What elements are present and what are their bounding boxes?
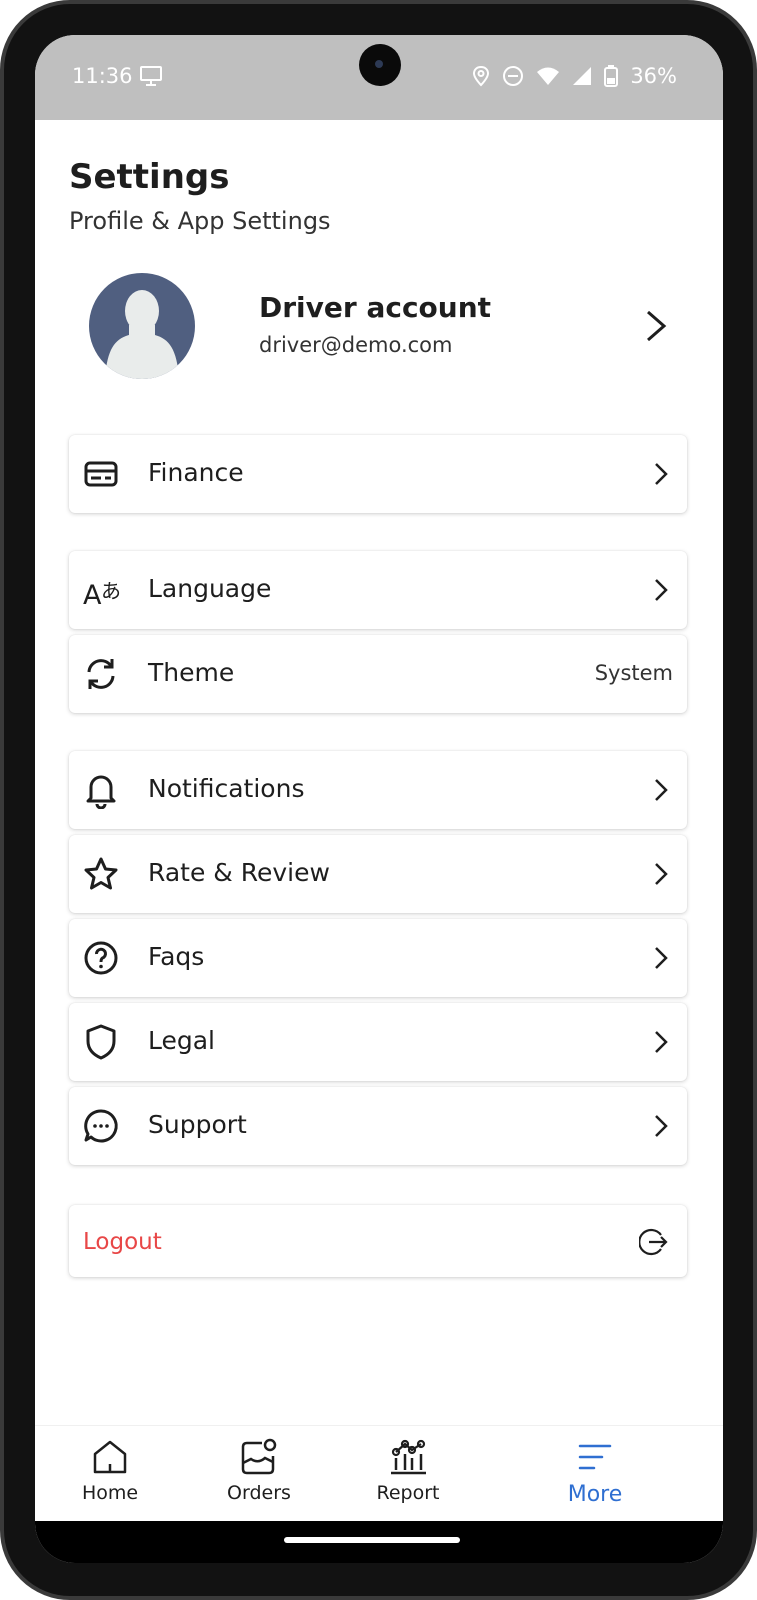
chevron-right-icon [645, 309, 667, 348]
chevron-right-icon [653, 1030, 669, 1059]
chevron-right-icon [653, 578, 669, 607]
menu-item-finance[interactable]: Finance [69, 435, 687, 513]
menu-item-label: Rate & Review [148, 858, 330, 887]
battery-icon [604, 65, 619, 87]
theme-value: System [594, 661, 673, 685]
translate-icon: Aあ [83, 571, 121, 611]
nav-label: Orders [227, 1482, 291, 1504]
nav-label: More [567, 1482, 623, 1507]
page-header: Settings Profile & App Settings [69, 157, 331, 235]
menu-item-faqs[interactable]: Faqs [69, 919, 687, 997]
gesture-bar [35, 1521, 723, 1563]
chevron-right-icon [653, 462, 669, 491]
menu-item-support[interactable]: Support [69, 1087, 687, 1165]
device-frame: 11:36 36% Settings Profile & App Setting… [0, 0, 757, 1600]
menu-item-language[interactable]: Aあ Language [69, 551, 687, 629]
front-camera [359, 44, 401, 86]
help-circle-icon [83, 939, 119, 977]
logout-button[interactable]: Logout [69, 1205, 687, 1277]
chat-icon [83, 1107, 119, 1145]
logout-label: Logout [83, 1229, 162, 1255]
profile-name: Driver account [259, 291, 492, 324]
menu-item-label: Finance [148, 458, 244, 487]
home-icon [50, 1438, 170, 1476]
bell-icon [83, 771, 119, 810]
menu-item-label: Legal [148, 1026, 216, 1055]
status-time: 11:36 [72, 64, 133, 88]
menu-item-label: Theme [148, 658, 235, 687]
menu-item-theme[interactable]: Theme System [69, 635, 687, 713]
avatar [89, 273, 195, 379]
do-not-disturb-icon [502, 65, 524, 87]
chevron-right-icon [653, 946, 669, 975]
credit-card-icon [83, 455, 119, 493]
nav-home[interactable]: Home [50, 1438, 170, 1504]
menu-item-notifications[interactable]: Notifications [69, 751, 687, 829]
battery-percent: 36% [630, 64, 677, 88]
menu-item-rate-review[interactable]: Rate & Review [69, 835, 687, 913]
nav-report[interactable]: Report [348, 1438, 468, 1504]
menu-item-label: Language [148, 574, 272, 603]
refresh-icon [83, 655, 119, 693]
chevron-right-icon [653, 778, 669, 807]
menu-item-label: Support [148, 1110, 247, 1139]
nav-more[interactable]: More [535, 1438, 655, 1507]
svg-text:A: A [83, 580, 102, 609]
star-icon [83, 855, 119, 893]
menu-item-label: Notifications [148, 774, 305, 803]
profile-email: driver@demo.com [259, 333, 453, 357]
nav-label: Report [376, 1482, 440, 1504]
orders-icon [199, 1438, 319, 1476]
bottom-nav: Home Orders Report More [35, 1425, 723, 1520]
monitor-icon [139, 65, 163, 92]
home-gesture-handle[interactable] [284, 1537, 460, 1543]
menu-item-legal[interactable]: Legal [69, 1003, 687, 1081]
page-title: Settings [69, 157, 230, 197]
location-icon [472, 65, 490, 87]
nav-label: Home [81, 1482, 139, 1504]
svg-text:あ: あ [101, 579, 121, 603]
screen: 11:36 36% Settings Profile & App Setting… [35, 35, 723, 1563]
shield-icon [83, 1023, 119, 1061]
profile-row[interactable]: Driver account driver@demo.com [69, 273, 689, 383]
status-bar: 11:36 36% [35, 35, 723, 120]
signal-icon [572, 66, 592, 86]
report-icon [348, 1438, 468, 1476]
chevron-right-icon [653, 862, 669, 891]
logout-icon [638, 1227, 675, 1265]
menu-item-label: Faqs [148, 942, 205, 971]
page-subtitle: Profile & App Settings [69, 207, 331, 235]
wifi-icon [536, 66, 560, 86]
nav-orders[interactable]: Orders [199, 1438, 319, 1504]
chevron-right-icon [653, 1114, 669, 1143]
status-icons: 36% [472, 64, 677, 88]
menu-icon [535, 1438, 655, 1476]
